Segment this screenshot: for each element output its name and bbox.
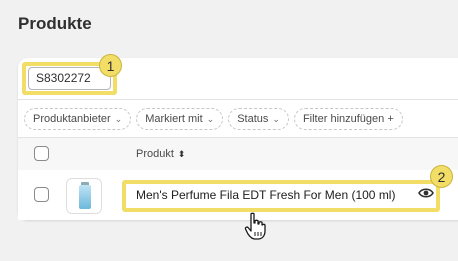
filter-produktanbieter[interactable]: Produktanbieter ⌄ [24, 108, 132, 130]
column-label: Produkt [136, 148, 174, 160]
filter-label: Status [237, 113, 269, 125]
sort-icon: ⬍ [177, 149, 186, 159]
product-thumbnail [66, 178, 102, 214]
products-card: S8302272 Produktanbieter ⌄ Markiert mit ⌄ … [18, 58, 458, 220]
column-header-product[interactable]: Produkt ⬍ [136, 148, 185, 160]
callout-badge-1: 1 [99, 54, 122, 77]
hand-pointer-icon [244, 212, 266, 240]
filter-bar: Produktanbieter ⌄ Markiert mit ⌄ Status ⌄ F… [24, 108, 403, 130]
chevron-down-icon: ⌄ [272, 114, 280, 124]
page-title: Produkte [18, 14, 92, 33]
perfume-bottle-icon [79, 185, 91, 209]
filter-status[interactable]: Status ⌄ [228, 108, 289, 130]
divider [18, 99, 458, 100]
callout-badge-2: 2 [430, 165, 453, 188]
select-all-checkbox[interactable] [34, 146, 49, 161]
filter-label: Produktanbieter [33, 113, 111, 125]
table-row[interactable]: Men's Perfume Fila EDT Fresh For Men (10… [18, 170, 458, 220]
chevron-down-icon: ⌄ [206, 114, 215, 124]
add-filter-button[interactable]: Filter hinzufügen + [293, 108, 403, 130]
row-checkbox[interactable] [34, 187, 49, 202]
table-header: Produkt ⬍ [18, 138, 458, 170]
product-highlight [122, 180, 440, 212]
filter-label: Markiert mit [145, 113, 203, 125]
chevron-down-icon: ⌄ [114, 114, 123, 124]
filter-label: Filter hinzufügen + [302, 113, 394, 125]
filter-markiert-mit[interactable]: Markiert mit ⌄ [136, 108, 224, 130]
